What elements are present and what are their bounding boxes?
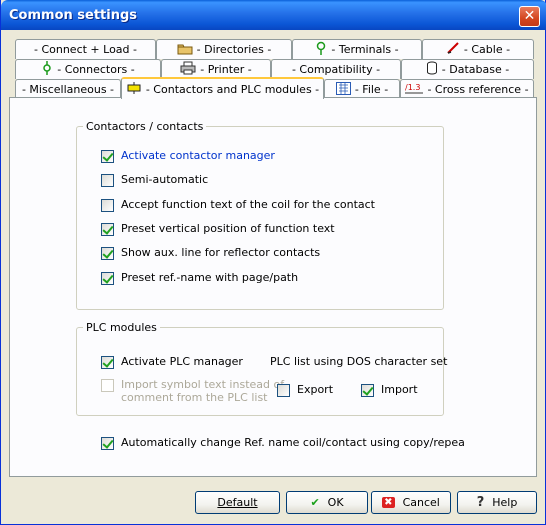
- tab-label: - Printer -: [200, 63, 252, 76]
- activate-contactor-manager-checkbox[interactable]: Activate contactor manager: [101, 149, 275, 163]
- checkbox-box[interactable]: [361, 384, 374, 397]
- tab-label: - Cross reference -: [427, 83, 529, 96]
- cancel-button[interactable]: ✖ Cancel: [371, 491, 451, 514]
- tab-label: - Connect + Load -: [33, 43, 137, 56]
- contactors-group-legend: Contactors / contacts: [86, 120, 204, 133]
- plc-modules-group-legend: PLC modules: [86, 321, 157, 334]
- tab-contactors-plc[interactable]: - Contactors and PLC modules -: [121, 77, 324, 99]
- tab-cable[interactable]: - Cable -: [422, 39, 534, 59]
- common-settings-dialog: Common settings ✕ - Connect + Load - - D…: [0, 0, 546, 525]
- checkbox-label: Preset vertical position of function tex…: [121, 222, 335, 235]
- tab-directories[interactable]: - Directories -: [156, 39, 292, 59]
- tab-miscellaneous[interactable]: - Miscellaneous -: [15, 79, 121, 99]
- semi-automatic-checkbox[interactable]: Semi-automatic: [101, 173, 208, 187]
- close-icon: ✕: [523, 8, 536, 24]
- folder-icon: [177, 42, 193, 58]
- button-label: Help: [492, 496, 518, 509]
- plc-dos-charset-label: PLC list using DOS character set: [270, 355, 448, 368]
- show-aux-line-checkbox[interactable]: Show aux. line for reflector contacts: [101, 246, 320, 260]
- tab-label: - Compatibility -: [291, 63, 381, 76]
- close-button[interactable]: ✕: [519, 6, 540, 27]
- tab-label: - Cable -: [463, 43, 511, 56]
- default-button[interactable]: Default: [195, 491, 280, 514]
- checkbox-box[interactable]: [101, 356, 114, 369]
- tab-terminals[interactable]: - Terminals -: [292, 39, 422, 59]
- tab-label: - Database -: [441, 63, 510, 76]
- help-button[interactable]: ? Help: [457, 491, 537, 514]
- database-icon: [426, 61, 438, 78]
- preset-ref-name-checkbox[interactable]: Preset ref.-name with page/path: [101, 271, 298, 285]
- ok-button[interactable]: ✔ OK: [286, 491, 368, 514]
- tab-database[interactable]: - Database -: [401, 59, 534, 79]
- import-symbol-text-checkbox: Import symbol text instead of comment fr…: [101, 378, 284, 404]
- checkbox-label: Activate PLC manager: [121, 355, 243, 368]
- help-question-icon: ?: [476, 495, 485, 510]
- export-checkbox[interactable]: Export: [277, 383, 333, 397]
- tab-file[interactable]: - File -: [324, 79, 400, 99]
- checkbox-box[interactable]: [101, 199, 114, 212]
- connector-icon: [41, 61, 53, 78]
- checkbox-label: Import: [381, 383, 418, 396]
- tab-connectors[interactable]: - Connectors -: [15, 59, 161, 79]
- tab-label: - File -: [354, 83, 389, 96]
- checkbox-box[interactable]: [101, 150, 114, 163]
- accept-function-text-checkbox[interactable]: Accept function text of the coil for the…: [101, 198, 375, 212]
- file-grid-icon: [335, 81, 351, 98]
- checkmark-icon: ✔: [310, 496, 320, 509]
- tab-panel-contactors-plc: Contactors / contacts Activate contactor…: [9, 97, 537, 477]
- checkbox-label-line1: Import symbol text instead of: [121, 378, 285, 391]
- button-label: Default: [217, 496, 258, 509]
- checkbox-label: Import symbol text instead of comment fr…: [121, 378, 284, 404]
- checkbox-box[interactable]: [101, 223, 114, 236]
- checkbox-label: Semi-automatic: [121, 173, 209, 186]
- checkbox-label: Export: [297, 383, 334, 396]
- preset-vertical-position-checkbox[interactable]: Preset vertical position of function tex…: [101, 222, 335, 236]
- tab-cross-reference[interactable]: /1.3 - Cross reference -: [400, 79, 534, 99]
- auto-change-ref-name-checkbox[interactable]: Automatically change Ref. name coil/cont…: [101, 436, 465, 450]
- tab-printer[interactable]: - Printer -: [161, 59, 271, 79]
- checkbox-box[interactable]: [101, 272, 114, 285]
- button-label: OK: [327, 496, 344, 509]
- window-title: Common settings: [9, 8, 138, 23]
- contactor-icon: [126, 81, 142, 97]
- tab-label: - Terminals -: [331, 43, 399, 56]
- svg-text:/1.3: /1.3: [405, 83, 420, 92]
- button-label: Cancel: [402, 496, 440, 509]
- checkbox-label: Preset ref.-name with page/path: [121, 271, 299, 284]
- title-bar[interactable]: Common settings ✕: [1, 0, 546, 30]
- activate-plc-manager-checkbox[interactable]: Activate PLC manager: [101, 355, 243, 369]
- checkbox-label-line2: comment from the PLC list: [121, 391, 268, 404]
- tab-connect-load[interactable]: - Connect + Load -: [15, 39, 156, 59]
- checkbox-box[interactable]: [101, 174, 114, 187]
- tab-compatibility[interactable]: - Compatibility -: [271, 59, 401, 79]
- checkbox-label: Show aux. line for reflector contacts: [121, 246, 321, 259]
- tab-label: - Directories -: [196, 43, 272, 56]
- checkbox-box[interactable]: [101, 437, 114, 450]
- checkbox-label: Accept function text of the coil for the…: [121, 198, 375, 211]
- checkbox-label: Activate contactor manager: [121, 149, 275, 162]
- checkbox-box[interactable]: [101, 247, 114, 260]
- cross-reference-icon: /1.3: [405, 82, 424, 97]
- tab-label: - Miscellaneous -: [21, 83, 115, 96]
- tab-label: - Connectors -: [57, 63, 135, 76]
- checkbox-label: Automatically change Ref. name coil/cont…: [121, 436, 465, 449]
- printer-icon: [180, 61, 196, 78]
- import-checkbox[interactable]: Import: [361, 383, 418, 397]
- checkbox-box: [101, 379, 114, 392]
- checkbox-box[interactable]: [277, 384, 290, 397]
- terminal-icon: [315, 41, 327, 58]
- cable-icon: [446, 41, 460, 58]
- cancel-x-icon: ✖: [382, 497, 395, 508]
- tab-label: - Contactors and PLC modules -: [145, 82, 320, 96]
